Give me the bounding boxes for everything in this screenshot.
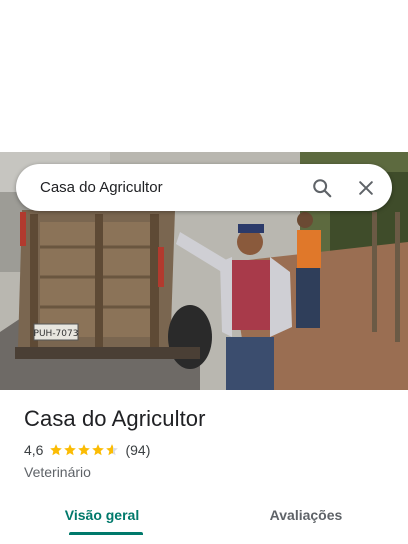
place-title: Casa do Agricultor — [24, 406, 206, 431]
license-plate: PUH-7073 — [34, 329, 79, 339]
star-half-icon — [106, 444, 119, 456]
review-count[interactable]: (94) — [125, 442, 150, 458]
tab-bar: Visão geral Avaliações — [0, 494, 408, 544]
star-icon — [78, 444, 91, 456]
star-icon — [64, 444, 77, 456]
search-icon[interactable] — [300, 166, 344, 210]
tab-reviews[interactable]: Avaliações — [204, 494, 408, 536]
star-rating — [49, 443, 119, 457]
search-input[interactable]: Casa do Agricultor — [40, 179, 300, 196]
blank-area — [0, 0, 408, 152]
place-category: Veterinário — [24, 464, 91, 480]
star-icon — [50, 444, 63, 456]
rating-row[interactable]: 4,6 (94) — [24, 442, 394, 458]
close-icon[interactable] — [344, 166, 388, 210]
star-icon — [92, 444, 105, 456]
place-info: Casa do Agricultor 4,6 (94) Veterinário — [24, 406, 394, 480]
search-bar[interactable]: Casa do Agricultor — [16, 164, 392, 211]
rating-value: 4,6 — [24, 442, 44, 458]
tab-overview[interactable]: Visão geral — [0, 494, 204, 536]
active-tab-indicator — [69, 532, 143, 535]
